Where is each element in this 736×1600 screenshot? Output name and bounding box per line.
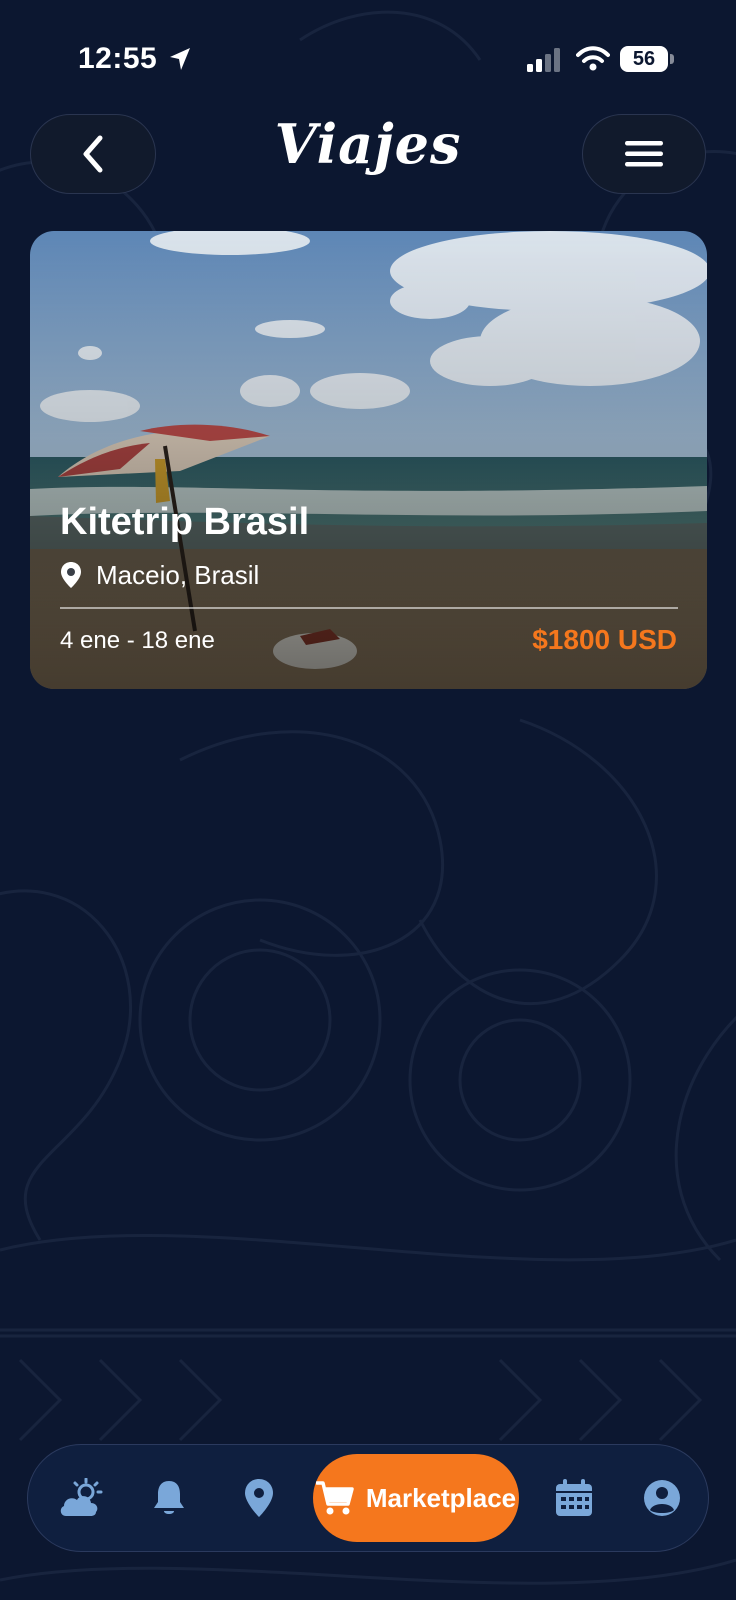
nav-map[interactable] [224, 1445, 294, 1551]
status-time: 12:55 [78, 42, 158, 75]
battery-tip [670, 54, 674, 64]
bell-icon [154, 1481, 184, 1514]
nav-calendar[interactable] [539, 1445, 609, 1551]
cellular-signal-icon [527, 48, 560, 72]
user-icon [644, 1480, 680, 1516]
nav-marketplace[interactable]: Marketplace [313, 1454, 519, 1542]
wifi-icon [576, 46, 610, 71]
calendar-icon [556, 1479, 592, 1516]
trip-location-label: Maceio, Brasil [96, 559, 260, 590]
menu-button[interactable] [582, 114, 706, 194]
nav-marketplace-label: Marketplace [365, 1482, 517, 1513]
hamburger-menu-icon [625, 141, 663, 167]
trip-divider [60, 607, 678, 609]
trip-location: Maceio, Brasil [60, 555, 259, 595]
trip-price: $1800 USD [532, 624, 677, 655]
nav-profile[interactable] [627, 1445, 697, 1551]
trip-dates: 4 ene - 18 ene [60, 627, 215, 654]
battery-icon: 56 [620, 46, 668, 72]
location-pin-icon [61, 562, 81, 588]
nav-weather[interactable] [46, 1445, 116, 1551]
nav-notifications[interactable] [134, 1445, 204, 1551]
beach-photo [30, 231, 707, 689]
bottom-nav: Marketplace [27, 1444, 709, 1552]
status-bar: 12:55 56 [0, 0, 736, 110]
location-arrow-icon [170, 48, 190, 70]
location-pin-icon [245, 1479, 273, 1517]
weather-icon [60, 1478, 103, 1516]
trip-card[interactable]: Kitetrip Brasil Maceio, Brasil 4 ene - 1… [30, 231, 707, 689]
cart-icon [315, 1481, 354, 1515]
trip-title: Kitetrip Brasil [60, 501, 310, 543]
